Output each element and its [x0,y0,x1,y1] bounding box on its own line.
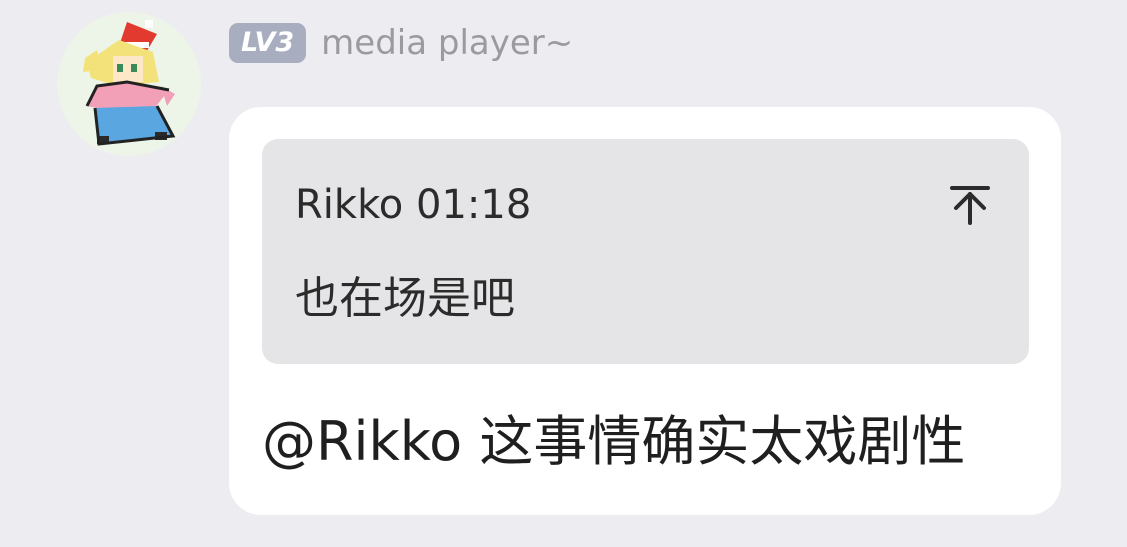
jump-to-top-icon[interactable] [948,183,992,227]
quote-text: 也在场是吧 [295,273,515,324]
message-header: LV3 media player~ [229,19,573,67]
quote-author-time: Rikko 01:18 [295,182,532,228]
message-bubble[interactable]: Rikko 01:18 也在场是吧 @Rikko 这事情确实太戏剧性 [229,107,1061,515]
quoted-reply[interactable]: Rikko 01:18 也在场是吧 [262,139,1029,364]
message-text: @Rikko 这事情确实太戏剧性 [262,410,966,473]
sender-name[interactable]: media player~ [321,19,573,67]
avatar[interactable] [57,12,201,156]
pixel-character-icon [83,20,176,146]
level-badge: LV3 [229,23,307,63]
